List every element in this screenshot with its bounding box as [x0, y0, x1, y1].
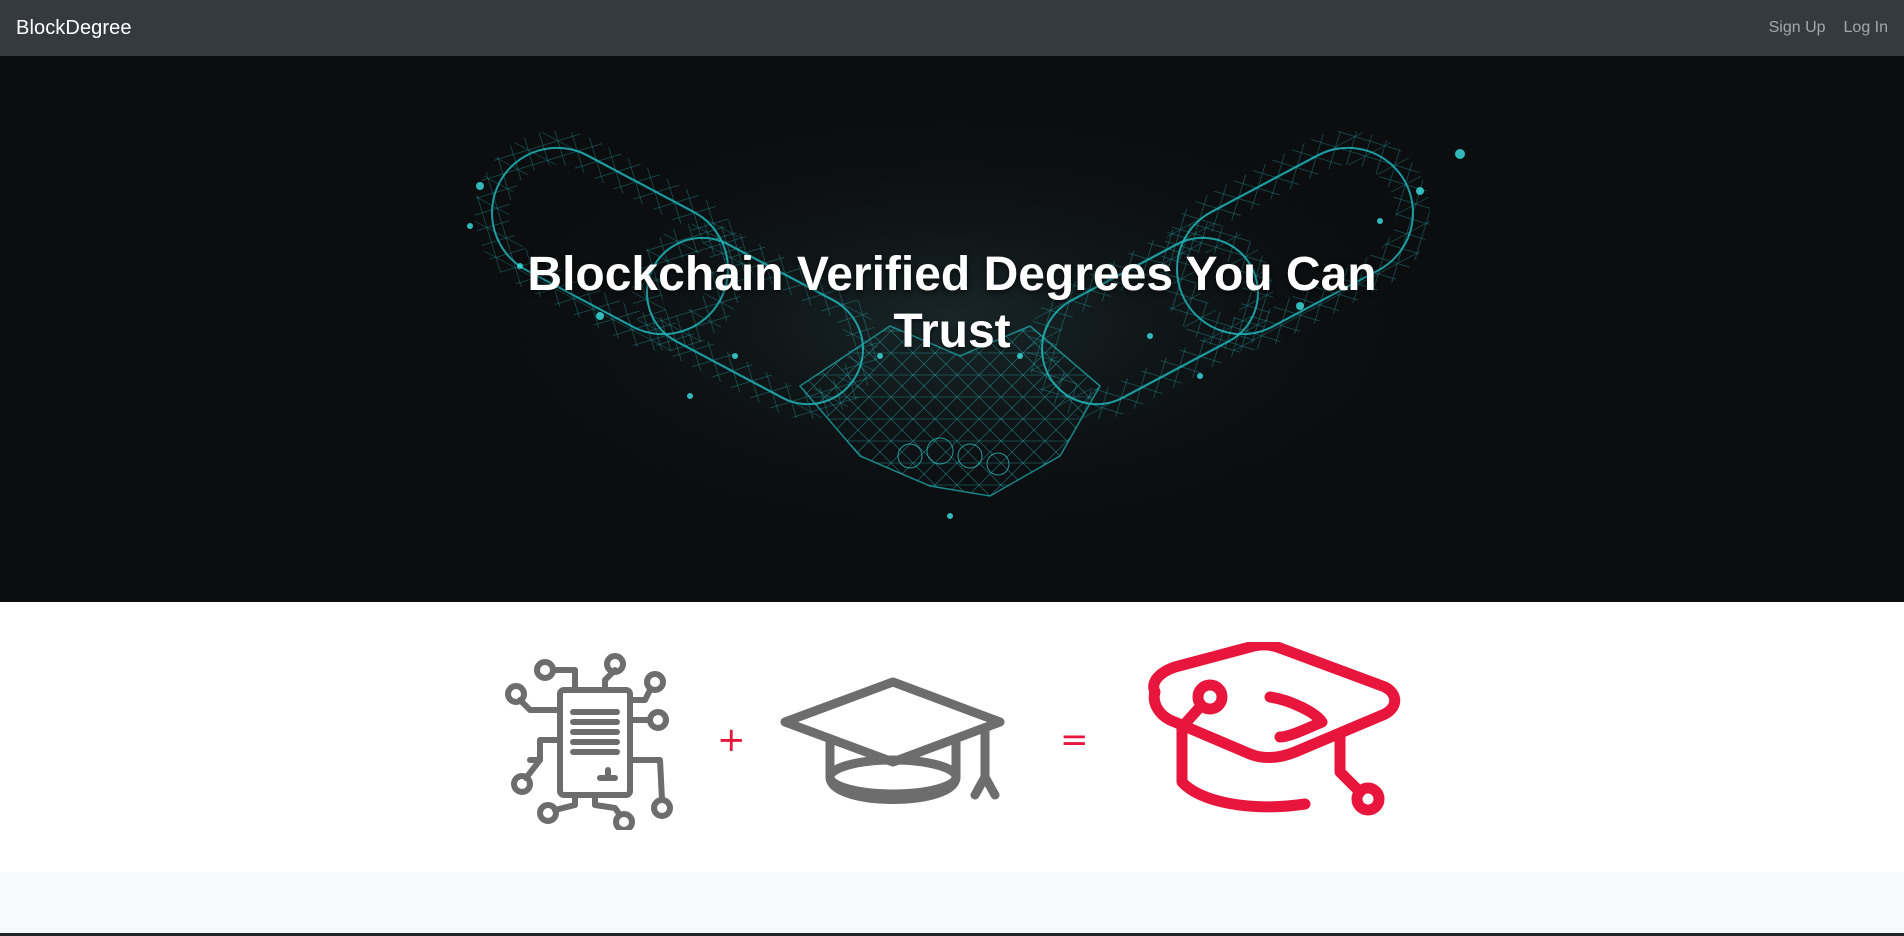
plus-operator: +	[717, 720, 746, 760]
sign-up-link[interactable]: Sign Up	[1769, 19, 1826, 37]
equals-operator: =	[1060, 720, 1089, 760]
circuit-document-icon	[505, 653, 673, 830]
blockchain-graduation-cap-icon	[1148, 642, 1401, 816]
footer-section	[0, 872, 1904, 936]
hero-banner: Blockchain Verified Degrees You Can Trus…	[0, 56, 1904, 602]
graduation-cap-icon	[780, 677, 1005, 804]
feature-equation: + =	[0, 602, 1904, 872]
hero-title: Blockchain Verified Degrees You Can Trus…	[527, 248, 1377, 358]
brand-logo-link[interactable]: BlockDegree	[16, 17, 132, 40]
log-in-link[interactable]: Log In	[1844, 19, 1888, 37]
nav-links: Sign Up Log In	[1769, 19, 1888, 37]
top-navbar: BlockDegree Sign Up Log In	[0, 0, 1904, 56]
